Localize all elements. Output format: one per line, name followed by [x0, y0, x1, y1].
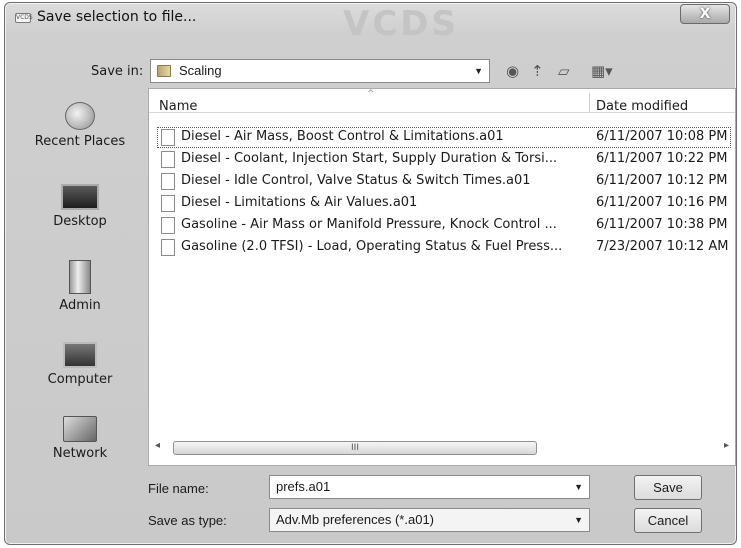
horizontal-scrollbar[interactable]: ◂ III ▸: [153, 439, 731, 457]
column-divider[interactable]: [589, 93, 590, 113]
file-row[interactable]: Gasoline (2.0 TFSI) - Load, Operating St…: [157, 237, 731, 258]
scroll-left-icon[interactable]: ◂: [155, 440, 160, 451]
cancel-button[interactable]: Cancel: [634, 508, 702, 533]
user-folder-icon: [69, 260, 91, 294]
recent-places-icon: [65, 102, 95, 130]
file-name: Diesel - Air Mass, Boost Control & Limit…: [181, 129, 504, 144]
file-icon: [161, 239, 175, 256]
up-folder-icon[interactable]: ⇡: [531, 61, 544, 81]
folder-icon: [157, 65, 171, 77]
place-admin[interactable]: Admin: [13, 260, 147, 313]
network-icon: [63, 416, 97, 442]
file-row[interactable]: Diesel - Limitations & Air Values.a01 6/…: [157, 193, 731, 214]
desktop-icon: [61, 184, 99, 210]
places-bar: Recent Places Desktop Admin Computer Net…: [13, 88, 147, 475]
chevron-down-icon: ▼: [574, 515, 583, 525]
sort-up-icon: ^: [367, 89, 375, 99]
file-date: 6/11/2007 10:12 PM: [596, 173, 728, 188]
file-row[interactable]: Gasoline - Air Mass or Manifold Pressure…: [157, 215, 731, 236]
file-date: 6/11/2007 10:16 PM: [596, 195, 728, 210]
column-header-date-modified[interactable]: Date modified: [596, 99, 688, 114]
place-label: Computer: [47, 372, 113, 387]
chevron-down-icon: ▼: [474, 66, 483, 76]
chevron-down-icon[interactable]: ▼: [574, 476, 583, 498]
file-name: Gasoline (2.0 TFSI) - Load, Operating St…: [181, 239, 563, 254]
save-type-value: Adv.Mb preferences (*.a01): [276, 512, 434, 527]
file-name: Gasoline - Air Mass or Manifold Pressure…: [181, 217, 557, 232]
place-network[interactable]: Network: [13, 416, 147, 461]
file-name: Diesel - Limitations & Air Values.a01: [181, 195, 418, 210]
save-button[interactable]: Save: [634, 475, 702, 500]
file-row[interactable]: Diesel - Air Mass, Boost Control & Limit…: [157, 127, 731, 148]
place-label: Desktop: [53, 214, 107, 229]
file-row[interactable]: Diesel - Idle Control, Valve Status & Sw…: [157, 171, 731, 192]
scroll-thumb[interactable]: III: [173, 441, 537, 455]
file-icon: [161, 151, 175, 168]
file-name: Diesel - Idle Control, Valve Status & Sw…: [181, 173, 531, 188]
file-name-input[interactable]: prefs.a01 ▼: [269, 475, 590, 499]
file-icon: [161, 195, 175, 212]
place-label: Network: [52, 446, 108, 461]
save-in-value: Scaling: [179, 63, 222, 78]
window-title: Save selection to file...: [37, 9, 197, 25]
file-date: 6/11/2007 10:08 PM: [596, 129, 728, 144]
place-recent-places[interactable]: Recent Places: [13, 102, 147, 149]
file-icon: [161, 173, 175, 190]
file-date: 7/23/2007 10:12 AM: [596, 239, 729, 254]
file-date: 6/11/2007 10:38 PM: [596, 217, 728, 232]
place-desktop[interactable]: Desktop: [13, 184, 147, 229]
back-icon[interactable]: ◉: [506, 61, 519, 81]
new-folder-icon[interactable]: ▱: [558, 61, 570, 81]
save-dialog: VCDS Save selection to file... VCDS X Sa…: [4, 2, 737, 545]
file-icon: [161, 129, 175, 146]
file-name-value: prefs.a01: [276, 479, 331, 494]
place-computer[interactable]: Computer: [13, 342, 147, 387]
column-header-row: ^ Name Date modified: [149, 89, 735, 114]
file-row[interactable]: Diesel - Coolant, Injection Start, Suppl…: [157, 149, 731, 170]
file-name: Diesel - Coolant, Injection Start, Suppl…: [181, 151, 558, 166]
views-menu-icon[interactable]: ▦▾: [591, 61, 613, 81]
file-date: 6/11/2007 10:22 PM: [596, 151, 728, 166]
save-in-dropdown[interactable]: Scaling ▼: [150, 59, 490, 83]
file-list[interactable]: ^ Name Date modified Diesel - Air Mass, …: [148, 88, 736, 466]
place-label: Admin: [59, 298, 101, 313]
column-header-name[interactable]: Name: [159, 99, 197, 114]
vcds-watermark: VCDS: [343, 9, 459, 37]
save-type-dropdown[interactable]: Adv.Mb preferences (*.a01) ▼: [269, 508, 590, 532]
app-icon-text: VCDS: [16, 14, 33, 21]
title-bar[interactable]: VCDS Save selection to file... VCDS X: [5, 3, 736, 37]
save-in-label: Save in:: [91, 64, 144, 79]
scroll-right-icon[interactable]: ▸: [724, 440, 729, 451]
save-type-label: Save as type:: [148, 513, 227, 528]
close-button[interactable]: X: [680, 4, 730, 24]
app-icon: VCDS: [15, 13, 33, 23]
place-label: Recent Places: [34, 134, 126, 149]
computer-icon: [63, 342, 97, 368]
file-name-label: File name:: [148, 481, 209, 496]
file-icon: [161, 217, 175, 234]
